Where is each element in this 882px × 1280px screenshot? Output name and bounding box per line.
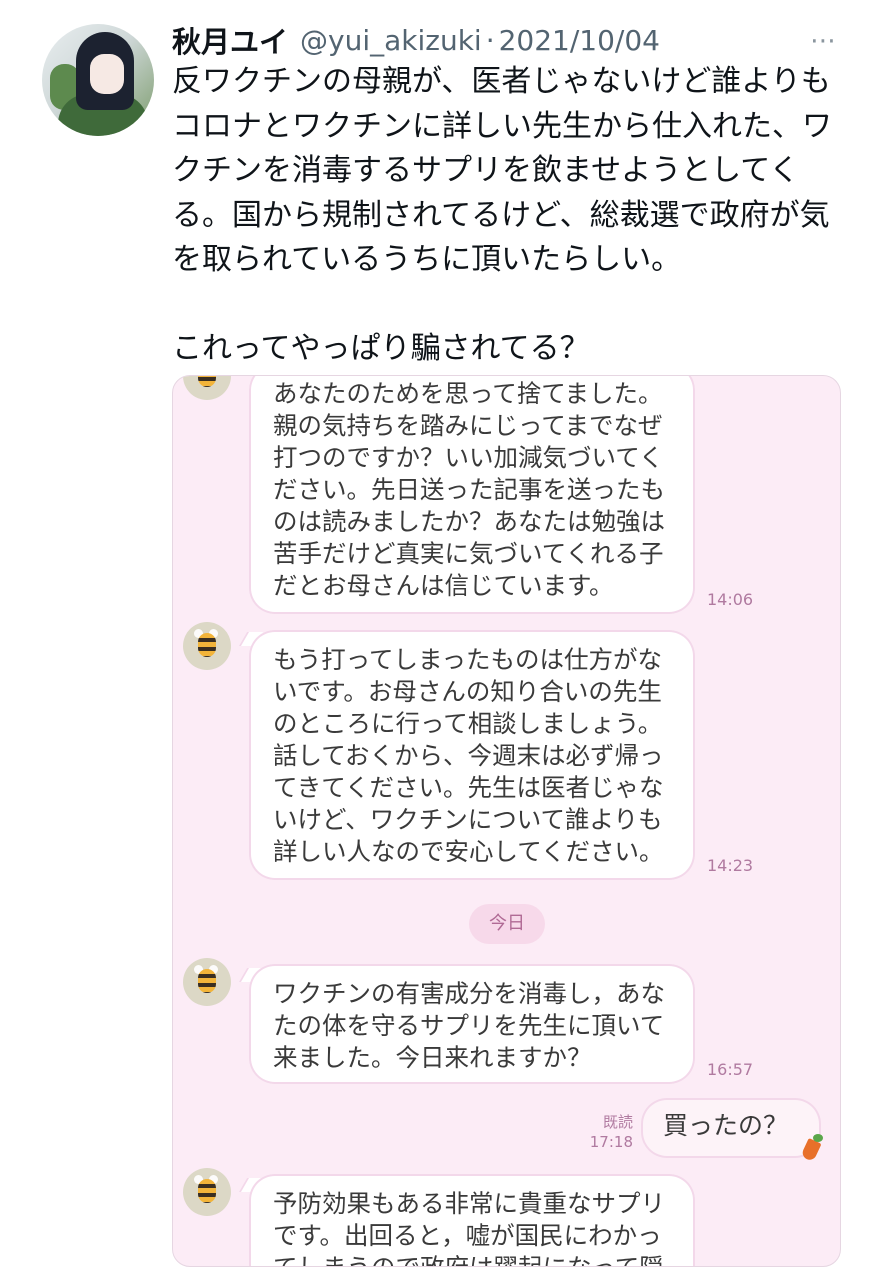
separator-dot: · xyxy=(485,23,495,57)
chat-bubble-message-1: あなたのためを思って捨てました。 親の気持ちを踏みにじってまでなぜ 打つのですか… xyxy=(249,376,695,614)
profile-avatar[interactable] xyxy=(42,24,154,136)
tweet-date[interactable]: 2021/10/04 xyxy=(499,24,660,57)
chat-screenshot-image[interactable]: あなたのためを思って捨てました。 親の気持ちを踏みにじってまでなぜ 打つのですか… xyxy=(172,375,841,1267)
chat-bubble-message-4: 予防効果もある非常に貴重なサプリ です。出回ると，嘘が国民にわかっ てしまうので… xyxy=(249,1174,695,1266)
read-label: 既読 xyxy=(602,1113,633,1131)
reply-time: 17:18 xyxy=(589,1133,633,1151)
chat-bubble-message-2: もう打ってしまったものは仕方がな いです。お母さんの知り合いの先生 のところに行… xyxy=(249,630,695,880)
bee-icon xyxy=(198,969,216,993)
sender-avatar-bee-icon xyxy=(183,622,231,670)
more-options-icon[interactable]: ⋯ xyxy=(810,26,838,56)
message-time: 14:06 xyxy=(707,590,754,609)
author-handle[interactable]: @yui_akizuki xyxy=(300,24,482,57)
tweet-text: 反ワクチンの母親が、医者じゃないけど誰よりもコロナとワクチンに詳しい先生から仕入… xyxy=(172,64,832,366)
sender-avatar-bee-icon xyxy=(183,1168,231,1216)
bee-icon xyxy=(198,376,216,387)
message-time: 16:57 xyxy=(707,1060,754,1079)
bee-icon xyxy=(198,1179,216,1203)
sender-avatar-bee-icon xyxy=(183,958,231,1006)
chat-bubble-own-reply: 買ったの？ xyxy=(641,1098,821,1158)
chat-bubble-message-3: ワクチンの有害成分を消毒し，あな たの体を守るサプリを先生に頂いて 来ました。今… xyxy=(249,964,695,1084)
author-name[interactable]: 秋月ユイ xyxy=(172,19,288,61)
sender-avatar-bee-icon xyxy=(183,376,231,400)
tweet-header: 秋月ユイ @yui_akizuki · 2021/10/04 xyxy=(172,18,852,62)
date-divider-pill: 今日 xyxy=(469,904,545,944)
bee-icon xyxy=(198,633,216,657)
message-time: 14:23 xyxy=(707,856,754,875)
read-receipt: 既読 17:18 xyxy=(581,1112,633,1152)
avatar-face xyxy=(90,54,124,94)
carrot-leaf-icon xyxy=(813,1134,823,1142)
